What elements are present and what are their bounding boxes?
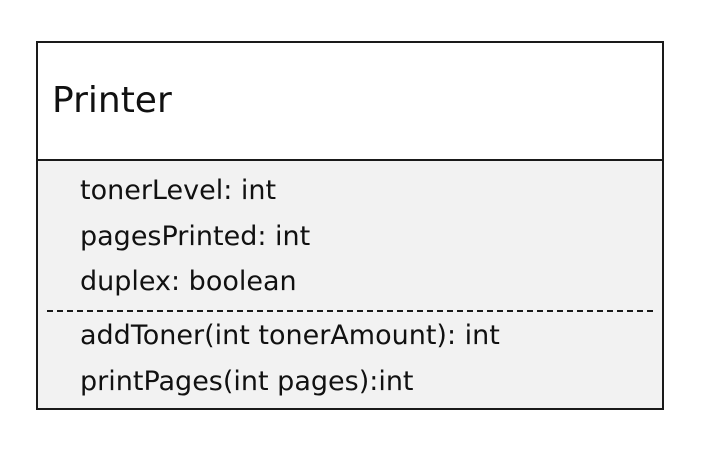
operation: printPages(int pages):int bbox=[80, 366, 414, 397]
class-members-compartment: tonerLevel: int pagesPrinted: int duplex… bbox=[38, 161, 662, 408]
attribute: pagesPrinted: int bbox=[80, 221, 311, 252]
operation: addToner(int tonerAmount): int bbox=[80, 320, 500, 351]
compartment-divider bbox=[47, 310, 653, 312]
uml-class-box: Printer tonerLevel: int pagesPrinted: in… bbox=[36, 41, 664, 410]
class-name-compartment: Printer bbox=[38, 43, 662, 161]
class-name: Printer bbox=[52, 80, 172, 121]
attribute: duplex: boolean bbox=[80, 266, 297, 297]
attribute: tonerLevel: int bbox=[80, 175, 277, 206]
